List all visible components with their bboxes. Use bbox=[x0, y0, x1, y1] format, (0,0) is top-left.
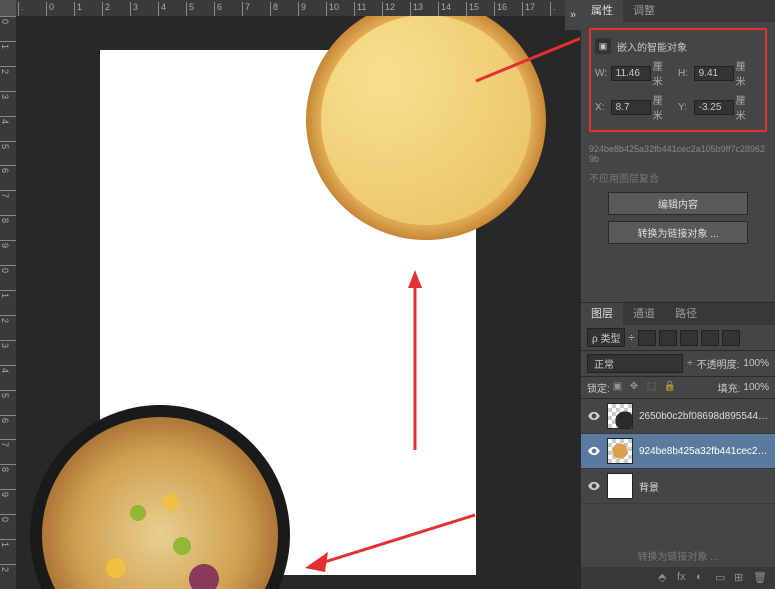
y-input[interactable]: -3.25 bbox=[694, 100, 734, 115]
layer-row-1[interactable]: 924be8b425a32fb441cec2a105b9ff bbox=[581, 434, 775, 469]
tab-adjust[interactable]: 调整 bbox=[623, 0, 665, 22]
height-input[interactable]: 9.41 bbox=[694, 66, 734, 81]
smart-object-pizza-top[interactable] bbox=[306, 16, 546, 240]
layer-name[interactable]: 924be8b425a32fb441cec2a105b9ff bbox=[639, 446, 769, 457]
annotation-arrow-up bbox=[400, 270, 430, 450]
ruler-vertical: 01234567890123456789012 bbox=[0, 16, 17, 589]
blend-mode-select[interactable]: 正常 bbox=[587, 354, 683, 373]
visibility-toggle-icon[interactable] bbox=[587, 409, 601, 423]
lock-pixel-icon[interactable]: ⬚ bbox=[647, 381, 661, 395]
ruler-horizontal: .01234567891011121314151617. bbox=[16, 0, 581, 17]
filter-smart-icon[interactable] bbox=[722, 330, 740, 346]
lock-fill-icon[interactable]: 🔒 bbox=[664, 381, 678, 395]
document-canvas[interactable] bbox=[100, 50, 476, 575]
tab-paths[interactable]: 路径 bbox=[665, 303, 707, 325]
link-layers-icon[interactable]: ⬘ bbox=[658, 571, 674, 585]
layer-thumbnail bbox=[607, 473, 633, 499]
lock-label: 锁定: bbox=[587, 380, 610, 395]
width-input[interactable]: 11.46 bbox=[611, 66, 651, 81]
properties-tabs: 属性 调整 bbox=[581, 0, 775, 22]
layer-filter-row: ρ 类型 ÷ bbox=[581, 325, 775, 351]
layers-footer: ⬘ fx ◐ ▭ ⊞ 🗑 bbox=[581, 567, 775, 589]
annotation-arrow-diag bbox=[300, 510, 480, 580]
blend-mode-row: 正常 ÷ 不透明度: 100% bbox=[581, 351, 775, 377]
fill-value[interactable]: 100% bbox=[743, 382, 769, 393]
y-unit: 厘米 bbox=[736, 92, 753, 122]
lock-position-icon[interactable]: ✥ bbox=[630, 381, 644, 395]
width-label: W: bbox=[595, 68, 611, 79]
opacity-label: 不透明度: bbox=[697, 356, 740, 371]
object-hash: 924be8b425a32fb441cec2a105b9ff7c289629b bbox=[581, 142, 775, 166]
layer-mask-icon[interactable]: ◐ bbox=[696, 571, 712, 585]
visibility-toggle-icon[interactable] bbox=[587, 479, 601, 493]
width-unit: 厘米 bbox=[653, 58, 670, 88]
layer-row-2[interactable]: 背景 bbox=[581, 469, 775, 504]
canvas-area[interactable] bbox=[16, 16, 581, 589]
panel-collapse-icon[interactable]: » bbox=[565, 0, 581, 30]
new-layer-icon[interactable]: ⊞ bbox=[734, 571, 750, 585]
visibility-toggle-icon[interactable] bbox=[587, 444, 601, 458]
filter-adjust-icon[interactable] bbox=[659, 330, 677, 346]
layer-row-0[interactable]: 2650b0c2bf08698d895544a5543ca bbox=[581, 399, 775, 434]
highlighted-properties: ▣ 嵌入的智能对象 W: 11.46 厘米 H: 9.41 厘米 X: 8.7 … bbox=[589, 28, 767, 132]
tab-channels[interactable]: 通道 bbox=[623, 303, 665, 325]
opacity-value[interactable]: 100% bbox=[743, 358, 769, 369]
layer-name[interactable]: 2650b0c2bf08698d895544a5543ca bbox=[639, 411, 769, 422]
no-layer-comp-label: 不应用图层复合 bbox=[581, 166, 775, 189]
layer-style-icon[interactable]: fx bbox=[677, 571, 693, 585]
smart-object-pizza-bottom[interactable] bbox=[30, 405, 290, 589]
lock-row: 锁定: ▣ ✥ ⬚ 🔒 填充: 100% bbox=[581, 377, 775, 399]
filter-text-icon[interactable] bbox=[680, 330, 698, 346]
x-label: X: bbox=[595, 102, 611, 113]
right-panel: » 属性 调整 ▣ 嵌入的智能对象 W: 11.46 厘米 H: 9.41 厘米… bbox=[580, 0, 775, 589]
tab-layers[interactable]: 图层 bbox=[581, 303, 623, 325]
filter-pixel-icon[interactable] bbox=[638, 330, 656, 346]
new-group-icon[interactable]: ▭ bbox=[715, 571, 731, 585]
filter-shape-icon[interactable] bbox=[701, 330, 719, 346]
tab-properties[interactable]: 属性 bbox=[581, 0, 623, 22]
convert-to-linked-button[interactable]: 转换为链接对象 ... bbox=[608, 221, 748, 244]
object-type-label: 嵌入的智能对象 bbox=[617, 39, 687, 54]
x-input[interactable]: 8.7 bbox=[611, 100, 651, 115]
height-label: H: bbox=[678, 68, 694, 79]
filter-type-select[interactable]: ρ 类型 bbox=[587, 328, 625, 347]
edit-content-button[interactable]: 编辑内容 bbox=[608, 192, 748, 215]
delete-layer-icon[interactable]: 🗑 bbox=[753, 571, 769, 585]
fill-label: 填充: bbox=[718, 380, 741, 395]
footer-link-text: 转换为链接对象 ... bbox=[581, 544, 775, 567]
height-unit: 厘米 bbox=[736, 58, 753, 88]
layer-thumbnail bbox=[607, 438, 633, 464]
layers-panel: 图层 通道 路径 ρ 类型 ÷ 正常 ÷ 不透明度: 100% 锁定: ▣ ✥ … bbox=[581, 302, 775, 589]
smart-object-icon: ▣ bbox=[595, 38, 611, 54]
properties-body: ▣ 嵌入的智能对象 W: 11.46 厘米 H: 9.41 厘米 X: 8.7 … bbox=[581, 22, 775, 142]
y-label: Y: bbox=[678, 102, 694, 113]
layer-thumbnail bbox=[607, 403, 633, 429]
lock-all-icon[interactable]: ▣ bbox=[613, 381, 627, 395]
x-unit: 厘米 bbox=[653, 92, 670, 122]
layer-name[interactable]: 背景 bbox=[639, 479, 769, 494]
